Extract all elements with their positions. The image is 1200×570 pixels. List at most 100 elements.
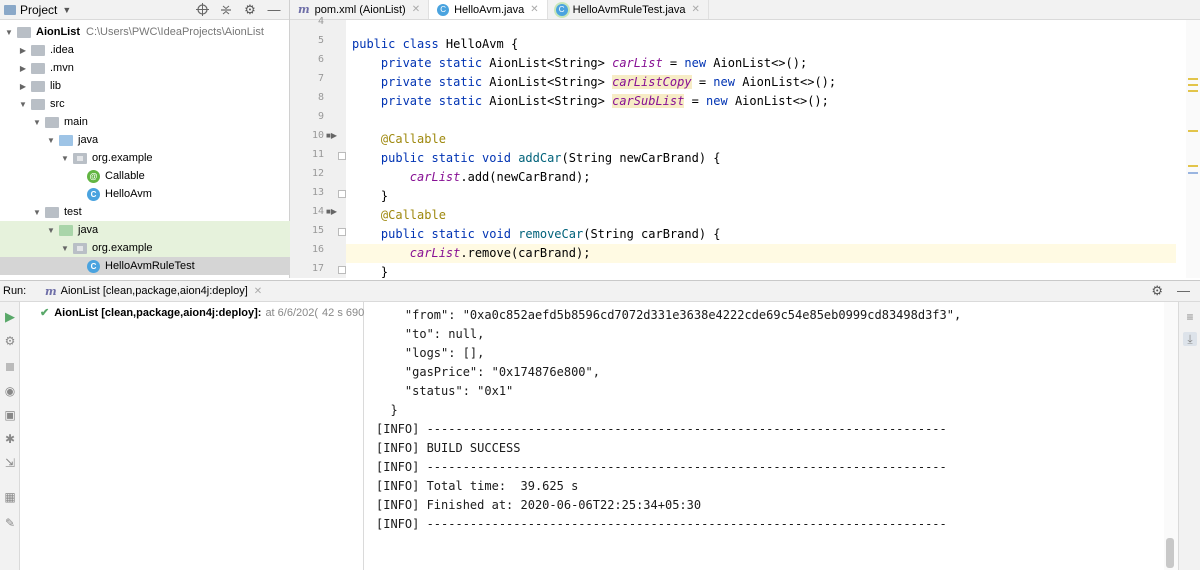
close-icon[interactable]: ✕ bbox=[412, 4, 420, 15]
tree-item[interactable]: ▼ main bbox=[0, 113, 290, 131]
locate-icon[interactable] bbox=[195, 3, 209, 17]
warning-marker[interactable] bbox=[1188, 130, 1198, 132]
console-line: "from": "0xa0c852aefd5b8596cd7072d331e36… bbox=[376, 308, 962, 322]
warning-marker[interactable] bbox=[1188, 165, 1198, 167]
editor-scrollbar[interactable] bbox=[1186, 20, 1200, 278]
tree-item[interactable]: ▶ lib bbox=[0, 77, 290, 95]
tree-item-label: lib bbox=[50, 80, 62, 92]
line-number: 17 bbox=[311, 263, 324, 274]
close-icon[interactable]: ✕ bbox=[692, 4, 700, 15]
tree-item-label: HelloAvm bbox=[105, 188, 152, 200]
console-line: [INFO] Finished at: 2020-06-06T22:25:34+… bbox=[376, 498, 702, 512]
tree-item-label: main bbox=[64, 116, 88, 128]
folder-icon bbox=[59, 224, 73, 236]
tab-helloavmruletest-java[interactable]: C HelloAvmRuleTest.java ✕ bbox=[548, 0, 709, 19]
code-line: private static AionList<String> carList … bbox=[380, 56, 808, 70]
tree-item-label: Callable bbox=[105, 170, 145, 182]
console-line: "logs": [], bbox=[376, 346, 485, 360]
export-icon[interactable]: ⇲ bbox=[3, 456, 17, 470]
minimize-icon[interactable]: — bbox=[1177, 283, 1190, 299]
project-view-icon[interactable] bbox=[4, 4, 16, 15]
tree-item[interactable]: ▼ AionList C:\Users\PWC\IdeaProjects\AionL… bbox=[0, 23, 290, 41]
code-line: @Callable bbox=[380, 208, 446, 222]
chevron-down-icon[interactable]: ▼ bbox=[46, 226, 56, 235]
close-icon[interactable]: ✕ bbox=[254, 286, 262, 297]
tree-item[interactable]: @ Callable bbox=[0, 167, 290, 185]
warning-marker[interactable] bbox=[1188, 78, 1198, 80]
chevron-down-icon[interactable]: ▼ bbox=[4, 28, 14, 37]
collapse-all-icon[interactable] bbox=[219, 3, 233, 17]
stop-icon[interactable] bbox=[3, 360, 17, 374]
warning-marker[interactable] bbox=[1188, 90, 1198, 92]
gear-icon[interactable]: ⚙ bbox=[1151, 283, 1163, 299]
tab-helloavm-java[interactable]: C HelloAvm.java ✕ bbox=[429, 0, 548, 19]
settings-icon[interactable]: ✱ bbox=[3, 432, 17, 446]
fold-icon[interactable] bbox=[338, 266, 346, 274]
line-number: 4 bbox=[317, 16, 324, 27]
soft-wrap-icon[interactable]: ≡ bbox=[1183, 310, 1197, 324]
eye-icon[interactable]: ◉ bbox=[3, 384, 17, 398]
build-result-row[interactable]: ✔ AionList [clean,package,aion4j:deploy]… bbox=[40, 306, 382, 320]
layout-icon[interactable]: ▦ bbox=[3, 490, 17, 504]
tree-item[interactable]: ▼ java bbox=[0, 221, 290, 239]
chevron-right-icon[interactable]: ▶ bbox=[18, 46, 28, 55]
fold-icon[interactable] bbox=[338, 152, 346, 160]
chevron-down-icon[interactable]: ▼ bbox=[60, 244, 70, 253]
code-area[interactable]: public class HelloAvm { private static A… bbox=[346, 20, 1176, 278]
code-line: carList.add(newCarBrand); bbox=[409, 170, 591, 184]
chevron-down-icon[interactable]: ▼ bbox=[46, 136, 56, 145]
console-output[interactable]: "from": "0xa0c852aefd5b8596cd7072d331e36… bbox=[364, 302, 1164, 570]
code-line: } bbox=[352, 265, 389, 278]
chevron-down-icon[interactable]: ▼ bbox=[32, 208, 42, 217]
run-toolbar: ▶ ⚙ ◉ ▣ ✱ ⇲ ▦ ✎ bbox=[0, 302, 20, 570]
code-line: public static void removeCar(String carB… bbox=[380, 227, 721, 241]
tree-item[interactable]: ▶ .mvn bbox=[0, 59, 290, 77]
console-line: [INFO] ---------------------------------… bbox=[376, 422, 947, 436]
folder-icon bbox=[45, 206, 59, 218]
chevron-right-icon[interactable]: ▶ bbox=[18, 64, 28, 73]
editor: m pom.xml (AionList) ✕ C HelloAvm.java ✕… bbox=[290, 0, 1200, 278]
scroll-to-end-icon[interactable]: ⤓ bbox=[1183, 332, 1197, 346]
rerun-icon[interactable]: ▶ bbox=[3, 309, 17, 324]
tree-item[interactable]: ▼ org.example bbox=[0, 239, 290, 257]
tree-item[interactable]: ▼ org.example bbox=[0, 149, 290, 167]
tree-item[interactable]: C HelloAvmRuleTest bbox=[0, 257, 290, 275]
chevron-down-icon[interactable]: ▼ bbox=[62, 5, 71, 15]
maven-icon: m bbox=[298, 3, 310, 16]
chevron-down-icon[interactable]: ▼ bbox=[60, 154, 70, 163]
check-icon: ✔ bbox=[40, 307, 50, 319]
tree-item[interactable]: ▶ .idea bbox=[0, 41, 290, 59]
tree-item[interactable]: ▼ java bbox=[0, 131, 290, 149]
fold-icon[interactable] bbox=[338, 228, 346, 236]
implementation-marker-icon[interactable]: ■▶ bbox=[326, 207, 337, 216]
minimize-icon[interactable]: — bbox=[267, 2, 281, 17]
tree-item-label: src bbox=[50, 98, 65, 110]
implementation-marker-icon[interactable]: ■▶ bbox=[326, 131, 337, 140]
tree-item[interactable]: ▼ test bbox=[0, 203, 290, 221]
run-tab[interactable]: m AionList [clean,package,aion4j:deploy]… bbox=[39, 280, 268, 302]
console-line: "gasPrice": "0x174876e800", bbox=[376, 365, 600, 379]
tree-item[interactable]: C HelloAvm bbox=[0, 185, 290, 203]
folder-icon bbox=[17, 26, 31, 38]
line-number: 7 bbox=[317, 73, 324, 84]
scrollbar-thumb[interactable] bbox=[1166, 538, 1174, 568]
annotation-icon: @ bbox=[87, 169, 100, 183]
package-icon bbox=[73, 152, 87, 164]
chevron-down-icon[interactable]: ▼ bbox=[18, 100, 28, 109]
toggle-view-icon[interactable]: ⚙ bbox=[3, 334, 17, 348]
chevron-right-icon[interactable]: ▶ bbox=[18, 82, 28, 91]
folder-icon bbox=[31, 98, 45, 110]
chevron-down-icon[interactable]: ▼ bbox=[32, 118, 42, 127]
tree-item[interactable]: ▼ src bbox=[0, 95, 290, 113]
console-scrollbar[interactable] bbox=[1164, 302, 1178, 570]
gear-icon[interactable]: ⚙ bbox=[243, 2, 257, 17]
editor-gutter: 4 5 6 7 8 9 10 11 12 13 14 15 16 17 ■▶ ■▶ bbox=[290, 16, 346, 278]
pin-icon[interactable]: ✎ bbox=[3, 516, 17, 530]
close-icon[interactable]: ✕ bbox=[530, 4, 538, 15]
info-marker[interactable] bbox=[1188, 172, 1198, 174]
camera-icon[interactable]: ▣ bbox=[3, 408, 17, 422]
warning-marker[interactable] bbox=[1188, 84, 1198, 86]
fold-icon[interactable] bbox=[338, 190, 346, 198]
project-view-title[interactable]: Project bbox=[20, 3, 57, 17]
run-panel-header: Run: m AionList [clean,package,aion4j:de… bbox=[0, 280, 1200, 302]
